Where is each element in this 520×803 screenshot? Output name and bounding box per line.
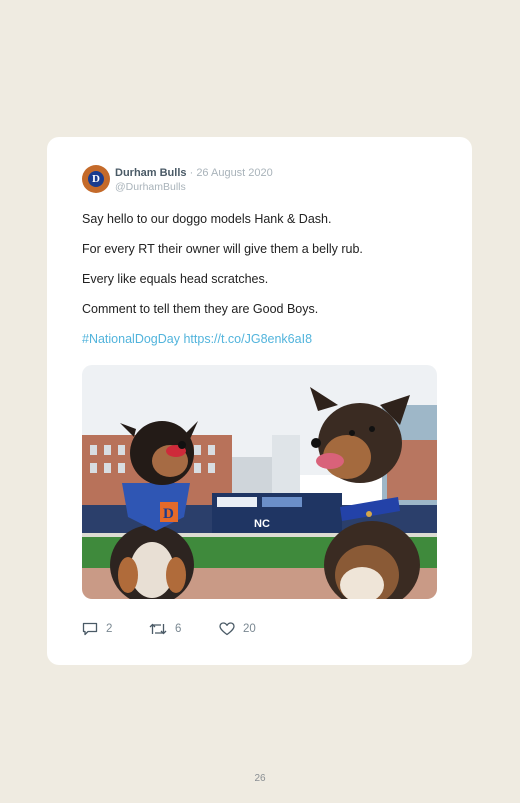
author-line: Durham Bulls · 26 August 2020 [115,167,273,179]
tweet-line-3: Every like equals head scratches. [82,272,269,286]
tweet-line-1: Say hello to our doggo models Hank & Das… [82,212,332,226]
dogs-photo-illustration: NC D [82,365,437,599]
heart-icon [219,622,235,636]
retweet-action[interactable]: 6 [149,619,181,639]
reply-icon [82,622,98,636]
tweet-line-2: For every RT their owner will give them … [82,242,363,256]
url-link[interactable]: https://t.co/JG8enk6aI8 [183,332,312,346]
avatar[interactable]: D [82,165,110,193]
like-action[interactable]: 20 [219,619,256,639]
retweet-count: 6 [175,623,182,635]
tweet-links-line: #NationalDogDay https://t.co/JG8enk6aI8 [82,332,442,362]
author-name[interactable]: Durham Bulls [115,167,187,179]
tweet-header: D Durham Bulls · 26 August 2020 @DurhamB… [82,164,442,196]
separator-dot: · [189,167,194,179]
hashtag-link[interactable]: #NationalDogDay [82,332,180,346]
scoreboard-text: NC [254,518,270,530]
author-handle[interactable]: @DurhamBulls [115,181,186,193]
page-number: 26 [254,773,266,784]
tweet-line-4: Comment to tell them they are Good Boys. [82,302,319,316]
tweet-card: D Durham Bulls · 26 August 2020 @DurhamB… [47,137,472,665]
avatar-logo-letter: D [88,171,104,187]
tweet-text: Say hello to our doggo models Hank & Das… [82,212,442,362]
retweet-icon [149,623,167,635]
tweet-date[interactable]: 26 August 2020 [196,167,272,179]
tweet-photo[interactable]: NC D [82,365,437,599]
tweet-actions: 2 6 20 [82,619,382,639]
reply-count: 2 [106,623,113,635]
svg-text:D: D [163,506,174,522]
reply-action[interactable]: 2 [82,619,112,639]
like-count: 20 [243,623,256,635]
